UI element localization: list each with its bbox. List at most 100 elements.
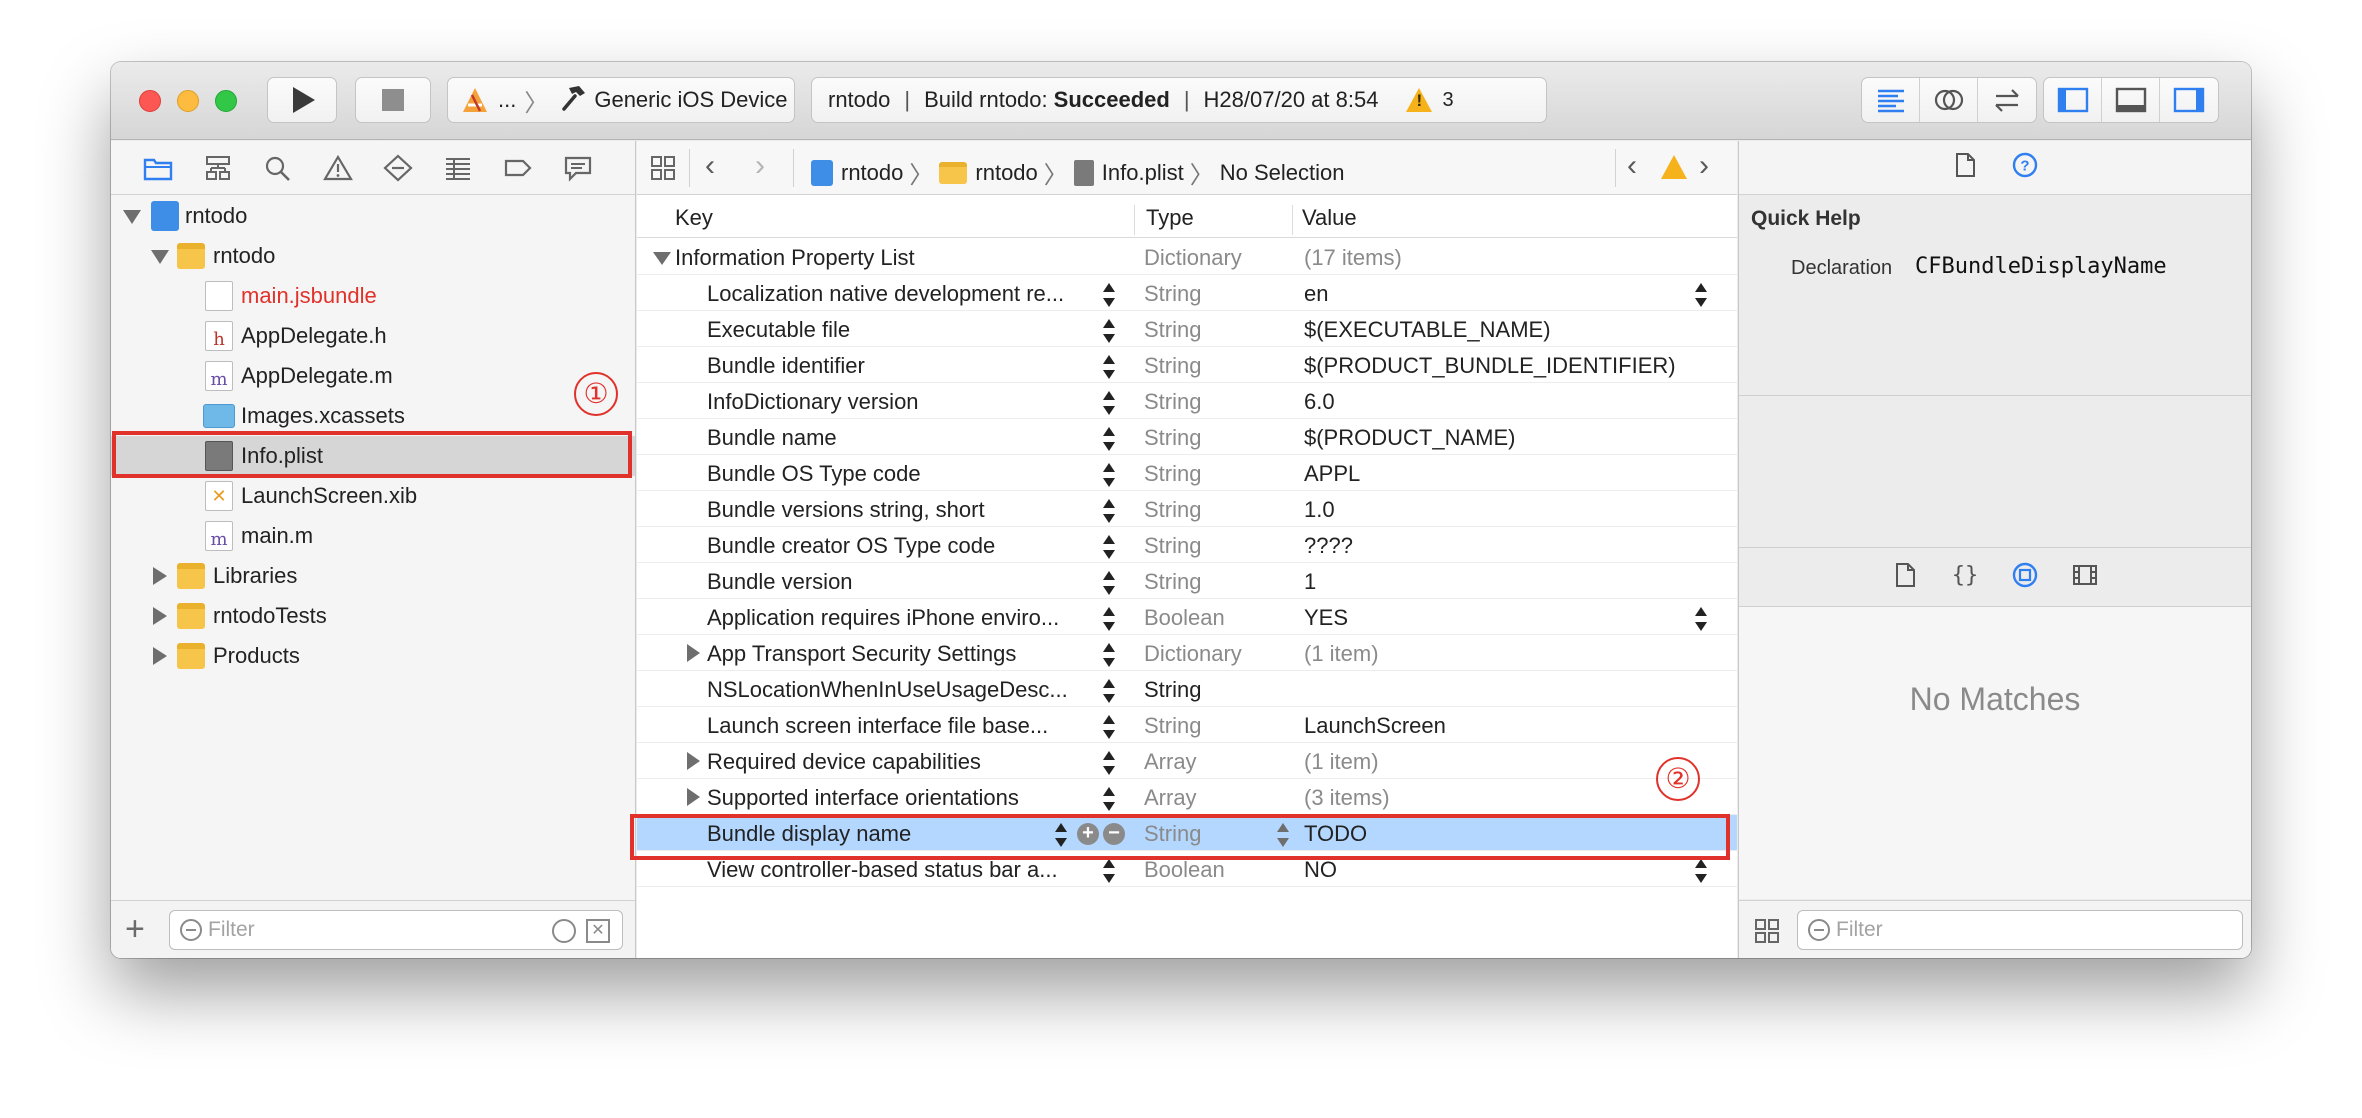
- close-window-button[interactable]: [139, 90, 161, 112]
- media-library-tab[interactable]: [2070, 560, 2100, 595]
- plist-value[interactable]: $(PRODUCT_NAME): [1304, 425, 1515, 451]
- tree-item-file[interactable]: m main.m: [111, 516, 635, 556]
- disclosure-open-icon[interactable]: [123, 210, 141, 224]
- key-stepper-icon[interactable]: [1103, 859, 1115, 883]
- disclosure-open-icon[interactable]: [653, 252, 671, 265]
- issue-warning-icon[interactable]: [1661, 155, 1687, 179]
- plist-root-row[interactable]: Information Property List Dictionary (17…: [637, 239, 1737, 275]
- plist-value[interactable]: LaunchScreen: [1304, 713, 1446, 739]
- tree-item-file[interactable]: main.jsbundle: [111, 276, 635, 316]
- breadcrumb-item[interactable]: rntodo: [841, 160, 903, 186]
- code-snippet-library-tab[interactable]: {}: [1950, 560, 1980, 595]
- key-stepper-icon[interactable]: [1103, 535, 1115, 559]
- tree-item-group[interactable]: rntodoTests: [111, 596, 635, 636]
- tree-item-file[interactable]: h AppDelegate.h: [111, 316, 635, 356]
- plist-value[interactable]: 6.0: [1304, 389, 1335, 415]
- column-divider[interactable]: [1134, 205, 1135, 235]
- plist-row[interactable]: NSLocationWhenInUseUsageDesc... String: [637, 671, 1737, 707]
- test-navigator-tab[interactable]: [381, 151, 415, 185]
- disclosure-closed-icon[interactable]: [687, 788, 700, 806]
- project-navigator-tab[interactable]: [141, 151, 175, 185]
- key-stepper-icon[interactable]: [1103, 571, 1115, 595]
- disclosure-closed-icon[interactable]: [687, 752, 700, 770]
- version-editor-button[interactable]: [1978, 78, 2036, 122]
- disclosure-closed-icon[interactable]: [153, 567, 167, 585]
- tree-item-group[interactable]: Libraries: [111, 556, 635, 596]
- plist-value[interactable]: ????: [1304, 533, 1353, 559]
- tree-item-file[interactable]: ✕ LaunchScreen.xib: [111, 476, 635, 516]
- go-forward-button[interactable]: ›: [755, 149, 765, 183]
- go-back-button[interactable]: ‹: [705, 149, 715, 183]
- column-header-type[interactable]: Type: [1146, 205, 1194, 231]
- plist-row[interactable]: Launch screen interface file base... Str…: [637, 707, 1737, 743]
- column-divider[interactable]: [1292, 205, 1293, 235]
- breadcrumb-item[interactable]: No Selection: [1220, 160, 1345, 186]
- key-stepper-icon[interactable]: [1103, 319, 1115, 343]
- warning-icon[interactable]: [1406, 88, 1433, 112]
- tree-item-project[interactable]: rntodo: [111, 196, 635, 236]
- navigator-filter-field[interactable]: Filter ✕: [169, 910, 623, 950]
- key-stepper-icon[interactable]: [1103, 607, 1115, 631]
- column-header-key[interactable]: Key: [675, 205, 713, 231]
- run-button[interactable]: [267, 77, 337, 123]
- plist-value[interactable]: $(PRODUCT_BUNDLE_IDENTIFIER): [1304, 353, 1676, 379]
- plist-row[interactable]: Application requires iPhone enviro... Bo…: [637, 599, 1737, 635]
- plist-row[interactable]: Bundle OS Type code String APPL: [637, 455, 1737, 491]
- plist-row[interactable]: Executable file String $(EXECUTABLE_NAME…: [637, 311, 1737, 347]
- plist-row[interactable]: Localization native development re... St…: [637, 275, 1737, 311]
- tree-item-group[interactable]: Products: [111, 636, 635, 676]
- value-popup-stepper-icon[interactable]: [1695, 283, 1707, 307]
- disclosure-closed-icon[interactable]: [153, 647, 167, 665]
- plist-row[interactable]: Bundle version String 1: [637, 563, 1737, 599]
- assistant-editor-button[interactable]: [1920, 78, 1978, 122]
- activity-viewer[interactable]: rntodo | Build rntodo: Succeeded | H28/0…: [811, 77, 1547, 123]
- disclosure-closed-icon[interactable]: [687, 644, 700, 662]
- recent-files-clock-icon[interactable]: [552, 919, 576, 943]
- plist-row[interactable]: InfoDictionary version String 6.0: [637, 383, 1737, 419]
- issue-navigator-tab[interactable]: [321, 151, 355, 185]
- tree-item-file[interactable]: m AppDelegate.m: [111, 356, 635, 396]
- find-navigator-tab[interactable]: [261, 151, 295, 185]
- plist-value[interactable]: en: [1304, 281, 1328, 307]
- key-stepper-icon[interactable]: [1103, 283, 1115, 307]
- report-navigator-tab[interactable]: [561, 151, 595, 185]
- toggle-navigator-button[interactable]: [2044, 78, 2102, 122]
- minimize-window-button[interactable]: [177, 90, 199, 112]
- value-popup-stepper-icon[interactable]: [1695, 859, 1707, 883]
- key-stepper-icon[interactable]: [1103, 427, 1115, 451]
- file-inspector-tab[interactable]: [1951, 151, 1979, 184]
- plist-value[interactable]: YES: [1304, 605, 1348, 631]
- key-stepper-icon[interactable]: [1103, 355, 1115, 379]
- file-template-library-tab[interactable]: [1890, 560, 1920, 595]
- source-control-filter-icon[interactable]: ✕: [586, 919, 610, 943]
- plist-row[interactable]: App Transport Security Settings Dictiona…: [637, 635, 1737, 671]
- breadcrumb-item[interactable]: rntodo: [975, 160, 1037, 186]
- standard-editor-button[interactable]: [1862, 78, 1920, 122]
- value-popup-stepper-icon[interactable]: [1695, 607, 1707, 631]
- quick-help-tab[interactable]: ?: [2011, 151, 2039, 184]
- breadcrumb-item[interactable]: Info.plist: [1102, 160, 1184, 186]
- plist-value[interactable]: 1: [1304, 569, 1316, 595]
- breakpoint-navigator-tab[interactable]: [501, 151, 535, 185]
- key-stepper-icon[interactable]: [1103, 463, 1115, 487]
- key-stepper-icon[interactable]: [1103, 643, 1115, 667]
- plist-row[interactable]: Bundle versions string, short String 1.0: [637, 491, 1737, 527]
- toggle-utilities-button[interactable]: [2160, 78, 2218, 122]
- library-filter-field[interactable]: Filter: [1797, 910, 2243, 950]
- plist-value[interactable]: 1.0: [1304, 497, 1335, 523]
- plist-row[interactable]: Bundle creator OS Type code String ????: [637, 527, 1737, 563]
- toggle-debug-area-button[interactable]: [2102, 78, 2160, 122]
- plist-value[interactable]: $(EXECUTABLE_NAME): [1304, 317, 1551, 343]
- next-issue-button[interactable]: ›: [1699, 149, 1709, 183]
- column-header-value[interactable]: Value: [1302, 205, 1357, 231]
- key-stepper-icon[interactable]: [1103, 391, 1115, 415]
- previous-issue-button[interactable]: ‹: [1627, 149, 1637, 183]
- zoom-window-button[interactable]: [215, 90, 237, 112]
- key-stepper-icon[interactable]: [1103, 715, 1115, 739]
- scheme-selector[interactable]: ... 〉 Generic iOS Device: [447, 77, 795, 123]
- plist-value[interactable]: NO: [1304, 857, 1337, 883]
- related-items-button[interactable]: [649, 154, 677, 188]
- tree-item-group[interactable]: rntodo: [111, 236, 635, 276]
- object-library-tab[interactable]: [2010, 560, 2040, 595]
- plist-row[interactable]: Bundle name String $(PRODUCT_NAME): [637, 419, 1737, 455]
